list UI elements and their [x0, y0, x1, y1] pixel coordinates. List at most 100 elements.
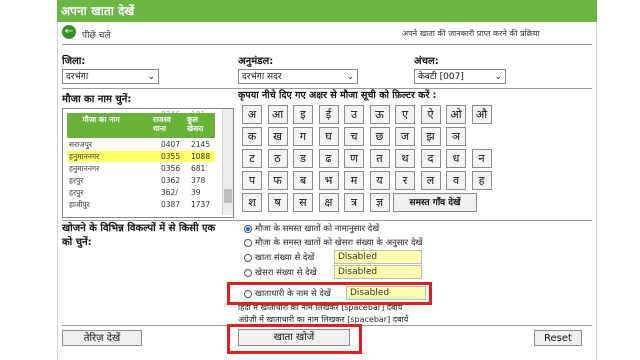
mauza-name: हनुमाननगर	[69, 164, 100, 173]
list-item[interactable]: सराजपुर 0407 2145	[67, 139, 215, 150]
letter-key[interactable]: त्र	[344, 193, 364, 212]
scrollbar-thumb[interactable]	[224, 189, 232, 203]
letter-key[interactable]: क्ष	[318, 193, 339, 212]
letter-key[interactable]: ध	[446, 149, 466, 168]
letter-key[interactable]: ई	[318, 105, 339, 124]
mauza-list[interactable]: ... 0346 101 मौजा का नाम राजस्व थाना कुल…	[62, 108, 234, 218]
letter-key[interactable]: अ	[242, 105, 262, 124]
mauza-label: मौजा का नाम चुनें:	[62, 94, 132, 105]
letter-key[interactable]: ख	[267, 127, 288, 146]
col-header-name: मौजा का नाम	[82, 115, 120, 124]
reset-button[interactable]: Reset	[534, 330, 582, 346]
page-title: अपना खाता देखें	[61, 4, 135, 18]
mauza-khesra: 1737	[191, 200, 211, 209]
letter-key[interactable]: य	[369, 171, 390, 190]
mauza-thana: 0362	[161, 176, 181, 185]
letter-key[interactable]: औ	[471, 105, 492, 124]
mauza-khesra: 39	[191, 188, 201, 197]
letter-key[interactable]: ह	[471, 171, 492, 190]
mauza-thana: 0355	[161, 152, 181, 161]
letter-key[interactable]: घ	[318, 127, 339, 146]
letter-key[interactable]: च	[344, 127, 364, 146]
option-radio[interactable]	[244, 225, 252, 233]
letter-key[interactable]: ञ	[446, 127, 466, 146]
district-label: जिला:	[62, 56, 86, 67]
option-label[interactable]: मौजा के समस्त खातों को खेसरा संख्या के अ…	[255, 237, 422, 248]
letter-key[interactable]: ए	[395, 105, 415, 124]
subdivision-value: दरभंगा सदर	[242, 72, 282, 82]
letter-key[interactable]: ठ	[267, 149, 288, 168]
chevron-down-icon: ⌄	[494, 72, 502, 82]
letter-key[interactable]: स	[293, 193, 313, 212]
letter-key[interactable]: क	[242, 127, 262, 146]
letter-key[interactable]: व	[446, 171, 466, 190]
circle-select[interactable]: केवटी [007] ⌄	[414, 69, 506, 84]
letter-key[interactable]: प	[242, 171, 262, 190]
list-scrollbar[interactable]	[222, 109, 233, 215]
mauza-thana: 0356	[161, 164, 181, 173]
district-select[interactable]: दरभंगा ⌄	[62, 69, 159, 84]
mauza-name: हरपुर	[69, 188, 84, 197]
letter-key[interactable]: त	[369, 149, 390, 168]
letter-key[interactable]: ऐ	[420, 105, 441, 124]
highlight-search-button	[227, 324, 362, 354]
letter-key[interactable]: ज्ञ	[369, 193, 390, 212]
letter-key[interactable]: ल	[420, 171, 441, 190]
divider	[62, 44, 592, 45]
back-link[interactable]: पीछे चले	[82, 28, 110, 41]
page-header: अपना खाता देखें	[57, 0, 597, 22]
letter-key[interactable]: ण	[344, 149, 364, 168]
list-item[interactable]: हाजीपुर 0387 1737	[67, 199, 215, 210]
letter-key[interactable]: ग	[293, 127, 313, 146]
disabled-input[interactable]: Disabled	[334, 265, 422, 279]
option-label[interactable]: खेसरा संख्या से देखें	[255, 267, 317, 278]
letter-key[interactable]: थ	[395, 149, 415, 168]
letter-key[interactable]: ट	[242, 149, 262, 168]
mauza-name: हरपुर	[69, 176, 84, 185]
mauza-name: सराजपुर	[69, 140, 92, 149]
letter-key[interactable]: द	[420, 149, 441, 168]
subdivision-select[interactable]: दरभंगा सदर ⌄	[238, 69, 358, 84]
letter-key[interactable]: फ	[267, 171, 288, 190]
disabled-input[interactable]: Disabled	[334, 250, 422, 264]
letter-key[interactable]: झ	[420, 127, 441, 146]
view-register-button[interactable]: तेरिज़ देखें	[62, 330, 142, 346]
letter-key[interactable]: र	[395, 171, 415, 190]
option-radio[interactable]	[244, 254, 252, 262]
divider	[62, 220, 592, 221]
letter-key[interactable]: छ	[369, 127, 390, 146]
col-header-khesra: कुल खेसरा	[187, 115, 204, 133]
letter-key[interactable]: ड	[293, 149, 313, 168]
process-link[interactable]: अपने खाता की जानकारी प्राप्त करने की प्र…	[402, 28, 540, 39]
mauza-name: हाजीपुर	[69, 200, 90, 209]
list-item[interactable]: हरपुर 362/39	[67, 187, 215, 198]
letter-key[interactable]: ढ	[318, 149, 339, 168]
list-item[interactable]: हरपुर 0362 378	[67, 175, 215, 186]
mauza-khesra: 378	[191, 176, 206, 185]
col-header-thana: राजस्व थाना	[153, 115, 171, 133]
list-item[interactable]: हनुमाननगर 0355 1088	[67, 151, 215, 162]
letter-key[interactable]: इ	[293, 105, 313, 124]
letter-key[interactable]: ऊ	[369, 105, 390, 124]
letter-key[interactable]: आ	[267, 105, 288, 124]
letter-key[interactable]: ब	[293, 171, 313, 190]
letter-key[interactable]: ओ	[446, 105, 466, 124]
option-radio[interactable]	[244, 269, 252, 277]
highlight-name-option	[227, 282, 432, 305]
mauza-thana: 362/	[161, 188, 178, 197]
list-item[interactable]: हनुमाननगर 0356 681	[67, 163, 215, 174]
option-label[interactable]: खाता संख्या से देखें	[255, 252, 314, 263]
letter-key[interactable]: श	[242, 193, 262, 212]
all-mauza-button[interactable]: समस्त गाँव देखें	[393, 193, 477, 212]
option-label[interactable]: मौजा के समस्त खातों को नामानुसार देखें	[255, 223, 379, 234]
letter-key[interactable]: म	[344, 171, 364, 190]
letter-key[interactable]: ष	[267, 193, 288, 212]
option-radio[interactable]	[244, 239, 252, 247]
letter-key[interactable]: भ	[318, 171, 339, 190]
back-arrow-icon[interactable]: ←	[62, 25, 76, 39]
letter-key[interactable]: न	[471, 149, 492, 168]
letter-key[interactable]: ज	[395, 127, 415, 146]
letter-key[interactable]: उ	[344, 105, 364, 124]
mauza-khesra: 681	[191, 164, 206, 173]
subdivision-label: अनुमंडल:	[238, 56, 274, 67]
